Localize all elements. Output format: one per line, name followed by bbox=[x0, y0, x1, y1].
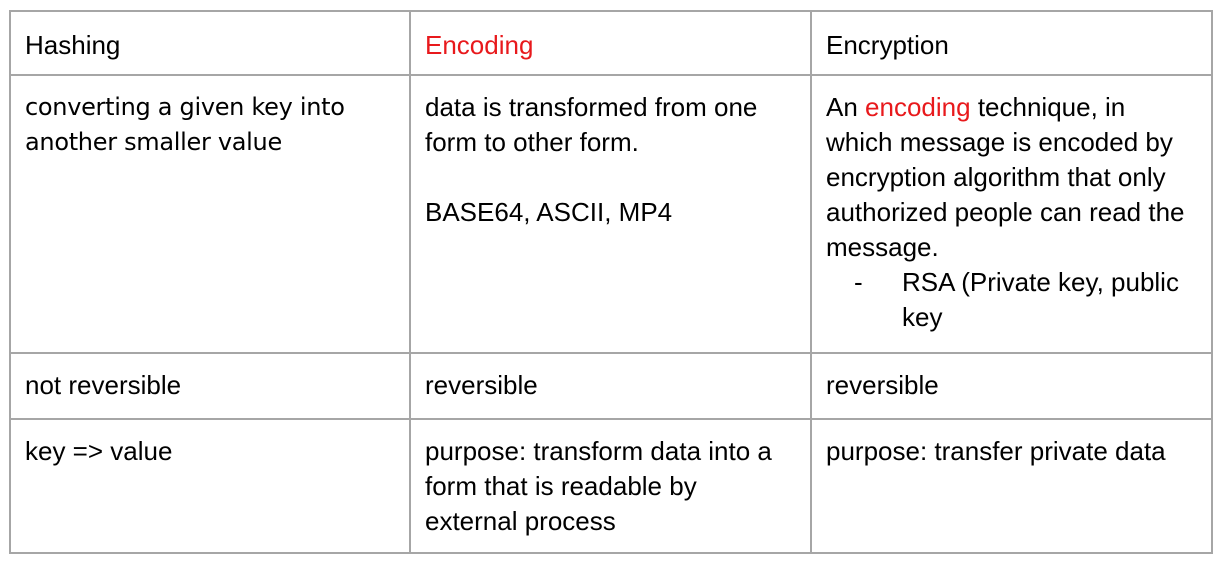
header-encoding: Encoding bbox=[411, 12, 812, 76]
header-encryption: Encryption bbox=[812, 12, 1211, 76]
cell-hashing-purpose: key => value bbox=[11, 420, 411, 552]
encoding-purpose-text: purpose: transform data into a form that… bbox=[425, 436, 772, 536]
header-hashing: Hashing bbox=[11, 12, 411, 76]
comparison-table: Hashing Encoding Encryption converting a… bbox=[9, 10, 1213, 554]
encoding-definition-text: data is transformed from one form to oth… bbox=[425, 92, 758, 157]
encryption-reversibility-text: reversible bbox=[826, 370, 939, 400]
encryption-bullet-item: - RSA (Private key, public key bbox=[826, 265, 1197, 335]
cell-encryption-definition: An encoding technique, in which message … bbox=[812, 76, 1211, 354]
bullet-marker: - bbox=[854, 267, 863, 297]
header-encryption-label: Encryption bbox=[826, 30, 949, 60]
cell-encryption-purpose: purpose: transfer private data bbox=[812, 420, 1211, 552]
hashing-reversibility-text: not reversible bbox=[25, 370, 182, 400]
cell-hashing-reversibility: not reversible bbox=[11, 354, 411, 420]
encryption-prefix: An bbox=[826, 92, 858, 122]
encryption-purpose-text: purpose: transfer private data bbox=[826, 436, 1166, 466]
cell-encoding-purpose: purpose: transform data into a form that… bbox=[411, 420, 812, 552]
header-encoding-label: Encoding bbox=[425, 30, 534, 60]
hashing-purpose-text: key => value bbox=[25, 436, 173, 466]
encryption-highlight-word: encoding bbox=[865, 92, 971, 122]
cell-encoding-reversibility: reversible bbox=[411, 354, 812, 420]
cell-hashing-definition: converting a given key into another smal… bbox=[11, 76, 411, 354]
header-hashing-label: Hashing bbox=[25, 30, 121, 60]
cell-encoding-definition: data is transformed from one form to oth… bbox=[411, 76, 812, 354]
cell-encryption-reversibility: reversible bbox=[812, 354, 1211, 420]
encryption-bullet-text: RSA (Private key, public key bbox=[902, 267, 1179, 332]
encoding-reversibility-text: reversible bbox=[425, 370, 538, 400]
hashing-definition-text: converting a given key into another smal… bbox=[25, 93, 345, 156]
encryption-definition-text: An encoding technique, in which message … bbox=[826, 90, 1197, 265]
encoding-examples-text: BASE64, ASCII, MP4 bbox=[425, 197, 673, 227]
